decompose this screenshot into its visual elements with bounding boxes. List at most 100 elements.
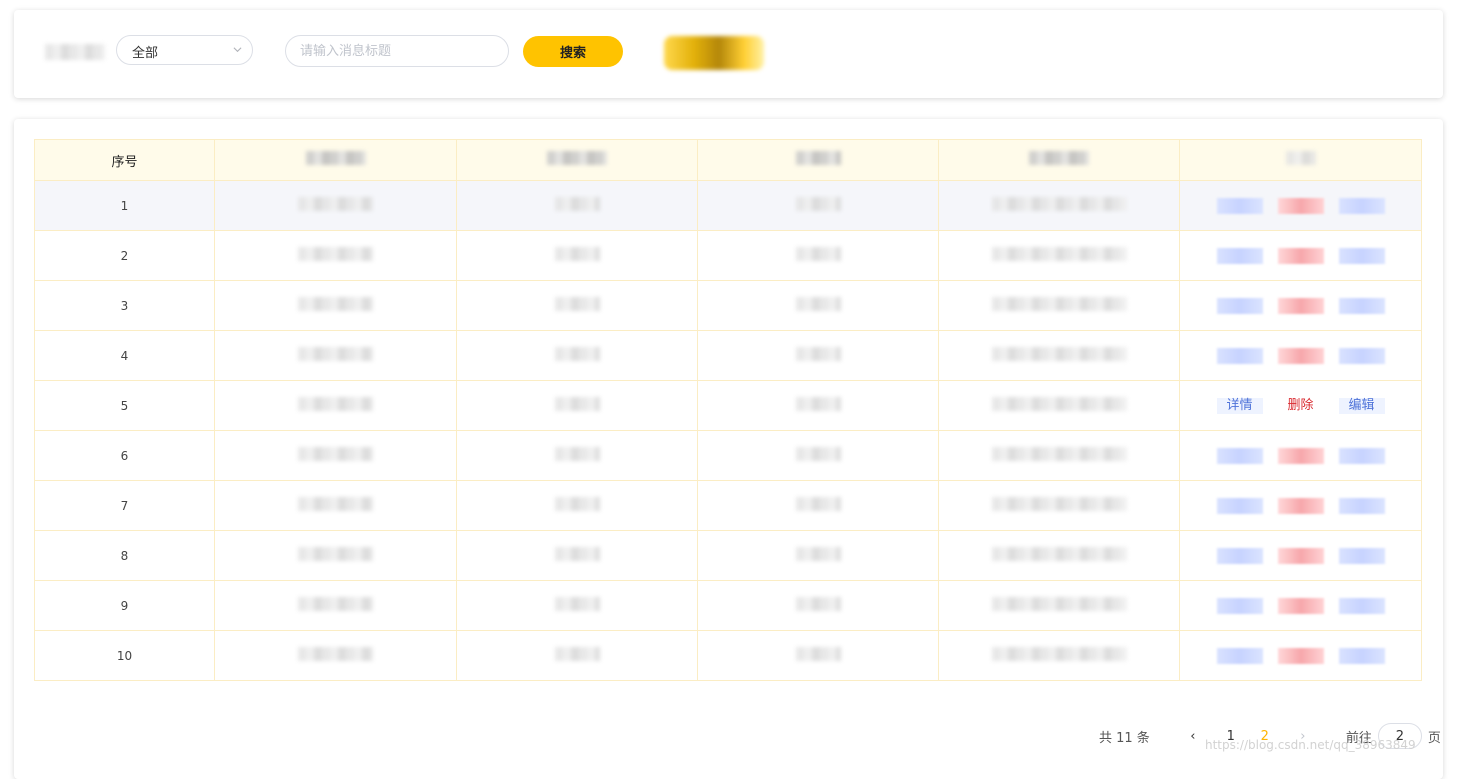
table-cell <box>697 480 939 531</box>
redacted-text <box>298 397 373 411</box>
redacted-text <box>554 247 600 261</box>
redacted-text <box>795 597 841 611</box>
row-index: 9 <box>34 580 215 631</box>
chevron-down-icon <box>233 47 242 53</box>
table-cell <box>697 580 939 631</box>
edit-button[interactable]: 编辑 <box>1338 397 1385 414</box>
row-actions <box>1179 530 1422 581</box>
row-index: 4 <box>34 330 215 381</box>
redacted-text <box>795 347 841 361</box>
details-button[interactable]: 详情 <box>1216 397 1263 414</box>
edit-button[interactable] <box>1338 597 1385 614</box>
redacted-text <box>298 297 373 311</box>
status-select[interactable]: 全部 <box>116 35 253 65</box>
row-index: 2 <box>34 230 215 281</box>
delete-button[interactable] <box>1277 247 1324 264</box>
prev-page-icon[interactable]: ‹ <box>1186 729 1200 744</box>
delete-button[interactable] <box>1277 597 1324 614</box>
table-row: 10 <box>34 630 1422 681</box>
table-cell <box>938 580 1180 631</box>
redacted-text <box>554 197 600 211</box>
redacted-text <box>1285 151 1316 165</box>
details-button[interactable] <box>1216 547 1263 564</box>
message-title-search-input[interactable] <box>285 35 509 67</box>
delete-button[interactable] <box>1277 547 1324 564</box>
table-cell <box>456 330 698 381</box>
delete-button[interactable] <box>1277 447 1324 464</box>
row-index: 3 <box>34 280 215 331</box>
delete-button[interactable] <box>1277 197 1324 214</box>
redacted-text <box>991 197 1127 211</box>
details-button[interactable] <box>1216 247 1263 264</box>
table-cell <box>697 280 939 331</box>
column-header <box>938 139 1180 181</box>
redacted-text <box>795 497 841 511</box>
pagination-total: 共 11 条 <box>1099 730 1150 746</box>
redacted-text <box>991 497 1127 511</box>
table-cell <box>938 630 1180 681</box>
edit-button[interactable] <box>1338 247 1385 264</box>
edit-button[interactable] <box>1338 447 1385 464</box>
edit-button[interactable] <box>1338 197 1385 214</box>
delete-button[interactable] <box>1277 647 1324 664</box>
redacted-text <box>991 247 1127 261</box>
edit-button[interactable] <box>1338 647 1385 664</box>
column-header <box>456 139 698 181</box>
details-button[interactable] <box>1216 597 1263 614</box>
row-actions <box>1179 480 1422 531</box>
table-cell <box>697 330 939 381</box>
table-row: 7 <box>34 480 1422 531</box>
table-cell <box>456 580 698 631</box>
row-actions <box>1179 230 1422 281</box>
table-row: 3 <box>34 280 1422 331</box>
page-suffix-label: 页 <box>1427 730 1441 746</box>
redacted-text <box>298 347 373 361</box>
details-button[interactable] <box>1216 347 1263 364</box>
delete-button[interactable] <box>1277 297 1324 314</box>
table-cell <box>697 430 939 481</box>
details-button[interactable] <box>1216 647 1263 664</box>
table-cell <box>938 480 1180 531</box>
search-button[interactable]: 搜索 <box>523 36 623 67</box>
message-table: 序号 1 2 3 4 5 详情 删除 编辑 6 7 8 9 10 <box>34 139 1422 681</box>
redacted-text <box>554 597 600 611</box>
add-button[interactable] <box>664 36 764 70</box>
table-cell <box>456 480 698 531</box>
row-index: 6 <box>34 430 215 481</box>
redacted-text <box>298 597 373 611</box>
redacted-text <box>298 447 373 461</box>
table-cell <box>697 380 939 431</box>
redacted-text <box>554 547 600 561</box>
delete-button[interactable]: 删除 <box>1278 398 1324 414</box>
table-cell <box>697 180 939 231</box>
redacted-text <box>554 397 600 411</box>
details-button[interactable] <box>1216 447 1263 464</box>
redacted-text <box>991 597 1127 611</box>
redacted-text <box>1029 151 1089 165</box>
redacted-text <box>991 297 1127 311</box>
table-row: 6 <box>34 430 1422 481</box>
edit-button[interactable] <box>1338 547 1385 564</box>
table-panel: 序号 12345详情删除编辑678910 共 11 条 ‹ 1 2 › 前往 页 <box>14 119 1443 779</box>
table-cell <box>456 280 698 331</box>
row-index: 5 <box>34 380 215 431</box>
edit-button[interactable] <box>1338 497 1385 514</box>
edit-button[interactable] <box>1338 347 1385 364</box>
details-button[interactable] <box>1216 497 1263 514</box>
redacted-text <box>991 647 1127 661</box>
table-cell <box>697 630 939 681</box>
redacted-text <box>547 151 607 165</box>
redacted-text <box>554 297 600 311</box>
delete-button[interactable] <box>1277 497 1324 514</box>
edit-button[interactable] <box>1338 297 1385 314</box>
row-actions: 详情 删除 编辑 <box>1179 380 1422 431</box>
table-cell <box>456 530 698 581</box>
details-button[interactable] <box>1216 297 1263 314</box>
table-row: 5 详情 删除 编辑 <box>34 380 1422 431</box>
details-button[interactable] <box>1216 197 1263 214</box>
table-row: 8 <box>34 530 1422 581</box>
redacted-text <box>795 297 841 311</box>
table-cell <box>214 430 457 481</box>
delete-button[interactable] <box>1277 347 1324 364</box>
redacted-text <box>991 447 1127 461</box>
